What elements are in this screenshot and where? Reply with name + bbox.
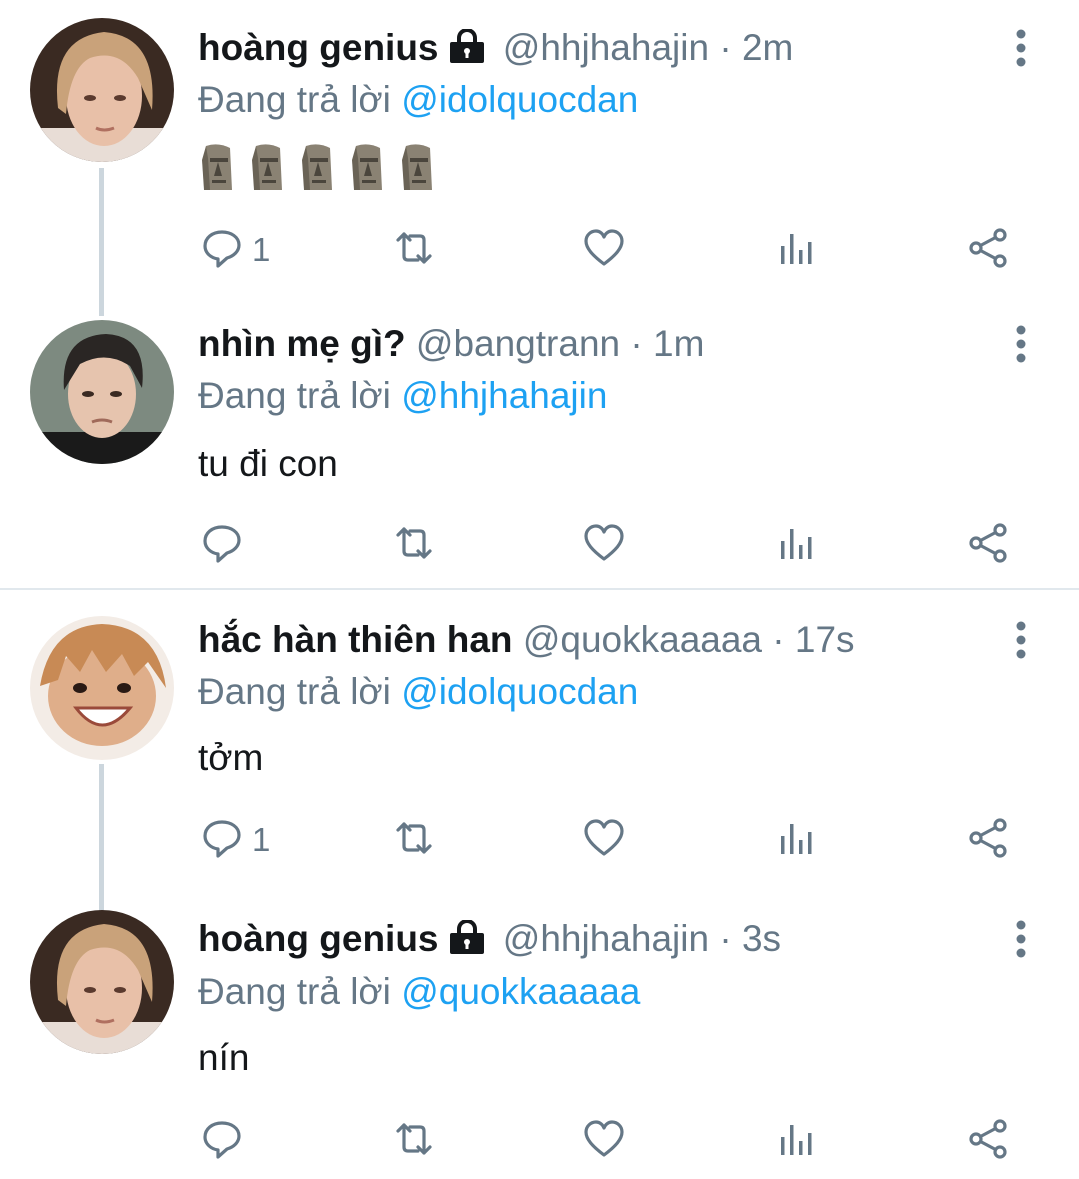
lock-icon [447,919,487,954]
reply-icon [200,1117,244,1166]
like-button[interactable] [582,1116,626,1166]
tweet-text: nín [198,1037,250,1078]
timestamp[interactable]: 1m [653,323,704,364]
share-button[interactable] [966,1116,1010,1166]
tweet-text [198,142,448,202]
conversation-divider [0,588,1079,590]
reply-button[interactable] [200,520,252,570]
reply-mention[interactable]: @hhjhahajin [401,375,607,416]
reply-button[interactable] [200,1116,252,1166]
tweet-actions [0,1116,1079,1166]
timestamp[interactable]: 2m [742,27,793,68]
more-vertical-icon[interactable] [1006,919,1036,963]
share-button[interactable] [966,225,1010,275]
handle[interactable]: @bangtrann [416,323,620,364]
moai-emoji [348,142,386,192]
analytics-icon [775,816,819,865]
like-icon [582,521,626,570]
more-vertical-icon[interactable] [1006,324,1036,368]
moai-emoji [298,142,336,192]
reply-mention[interactable]: @idolquocdan [401,671,638,712]
retweet-icon [388,226,440,275]
tweet-header: hoàng genius @hhjhahajin · 2m [198,26,793,70]
like-icon [582,816,626,865]
tweet-header: nhìn mẹ gì? @bangtrann · 1m [198,322,704,366]
avatar[interactable] [30,18,174,162]
reply-context: Đang trả lời @quokkaaaaa [198,970,640,1014]
share-button[interactable] [966,815,1010,865]
reply-icon [200,816,244,865]
share-button[interactable] [966,520,1010,570]
like-button[interactable] [582,225,626,275]
moai-emoji [398,142,436,192]
share-icon [966,226,1010,275]
lock-icon [447,28,487,63]
tweet-actions: 1 [0,815,1079,865]
like-icon [582,1117,626,1166]
analytics-button[interactable] [775,520,819,570]
moai-emoji-row [198,144,448,200]
tweet-actions: 1 [0,225,1079,275]
handle[interactable]: @hhjhahajin [503,918,709,959]
avatar[interactable] [30,910,174,1054]
reply-context: Đang trả lời @hhjhahajin [198,374,607,418]
reply-prefix: Đang trả lời [198,671,391,712]
timestamp[interactable]: 17s [795,619,855,660]
analytics-icon [775,521,819,570]
separator: · [719,918,732,959]
tweet-actions [0,520,1079,570]
share-icon [966,521,1010,570]
reply-count: 1 [252,231,271,268]
retweet-icon [388,521,440,570]
tweet-header: hoàng genius @hhjhahajin · 3s [198,917,781,961]
separator: · [630,323,643,364]
reply-button[interactable]: 1 [200,815,270,865]
more-vertical-icon[interactable] [1006,28,1036,72]
tweet-header: hắc hàn thiên han @quokkaaaaa · 17s [198,618,855,662]
retweet-icon [388,1117,440,1166]
reply-prefix: Đang trả lời [198,79,391,120]
share-icon [966,816,1010,865]
reply-context: Đang trả lời @idolquocdan [198,78,638,122]
reply-prefix: Đang trả lời [198,375,391,416]
reply-context: Đang trả lời @idolquocdan [198,670,638,714]
reply-icon [200,226,244,275]
retweet-icon [388,816,440,865]
reply-mention[interactable]: @idolquocdan [401,79,638,120]
analytics-button[interactable] [775,815,819,865]
reply-count: 1 [252,821,271,858]
retweet-button[interactable] [388,815,440,865]
tweet-text: tu đi con [198,443,338,484]
timestamp[interactable]: 3s [742,918,781,959]
like-button[interactable] [582,520,626,570]
retweet-button[interactable] [388,225,440,275]
reply-prefix: Đang trả lời [198,971,391,1012]
analytics-icon [775,226,819,275]
separator: · [772,619,785,660]
retweet-button[interactable] [388,520,440,570]
display-name[interactable]: nhìn mẹ gì? [198,323,406,364]
separator: · [719,27,732,68]
display-name[interactable]: hoàng genius [198,918,439,959]
handle[interactable]: @quokkaaaaa [523,619,762,660]
display-name[interactable]: hắc hàn thiên han [198,619,513,660]
reply-mention[interactable]: @quokkaaaaa [401,971,640,1012]
display-name[interactable]: hoàng genius [198,27,439,68]
tweet-text: tởm [198,737,264,778]
analytics-button[interactable] [775,225,819,275]
avatar[interactable] [30,616,174,760]
retweet-button[interactable] [388,1116,440,1166]
avatar[interactable] [30,320,174,464]
like-button[interactable] [582,815,626,865]
moai-emoji [198,142,236,192]
share-icon [966,1117,1010,1166]
analytics-icon [775,1117,819,1166]
analytics-button[interactable] [775,1116,819,1166]
reply-icon [200,521,244,570]
more-vertical-icon[interactable] [1006,620,1036,664]
handle[interactable]: @hhjhahajin [503,27,709,68]
reply-button[interactable]: 1 [200,225,270,275]
moai-emoji [248,142,286,192]
like-icon [582,226,626,275]
